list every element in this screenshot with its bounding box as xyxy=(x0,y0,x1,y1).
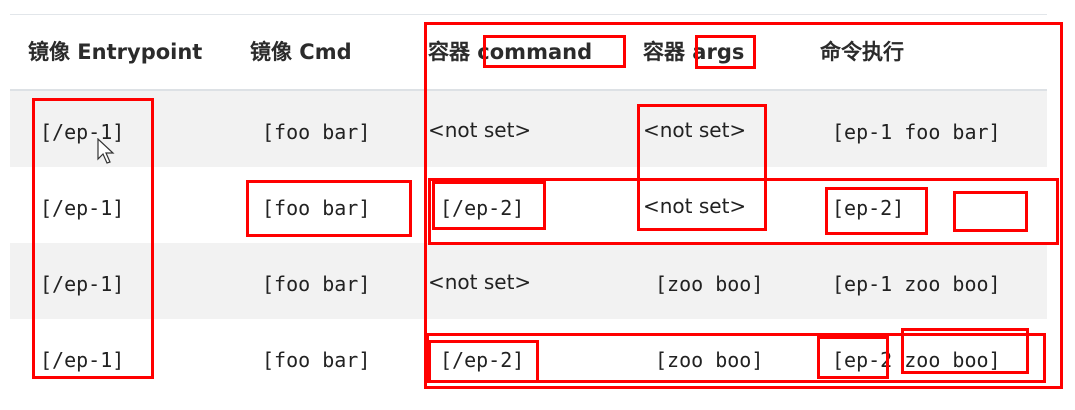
annotation-box-exec-ep2-row4 xyxy=(817,336,889,379)
annotation-box-command-header xyxy=(483,35,626,68)
annotation-box-empty xyxy=(953,191,1028,232)
header-image-entrypoint: 镜像 Entrypoint xyxy=(28,40,203,64)
annotation-box-exec-row2 xyxy=(825,187,928,235)
annotation-box-entrypoint-column xyxy=(32,98,154,379)
annotation-box-cmd-row2 xyxy=(246,180,412,237)
cell: [foo bar] xyxy=(262,120,371,144)
header-image-cmd: 镜像 Cmd xyxy=(250,40,352,64)
annotation-box-args-header xyxy=(695,35,756,69)
annotation-box-command-row4 xyxy=(428,340,539,383)
annotation-box-exec-args-row4 xyxy=(901,328,1029,374)
annotation-box-command-row2 xyxy=(432,181,546,230)
cell: [foo bar] xyxy=(262,272,371,296)
table-top-border xyxy=(10,14,1047,15)
mouse-pointer-icon xyxy=(97,138,115,164)
cell: [foo bar] xyxy=(262,348,371,372)
